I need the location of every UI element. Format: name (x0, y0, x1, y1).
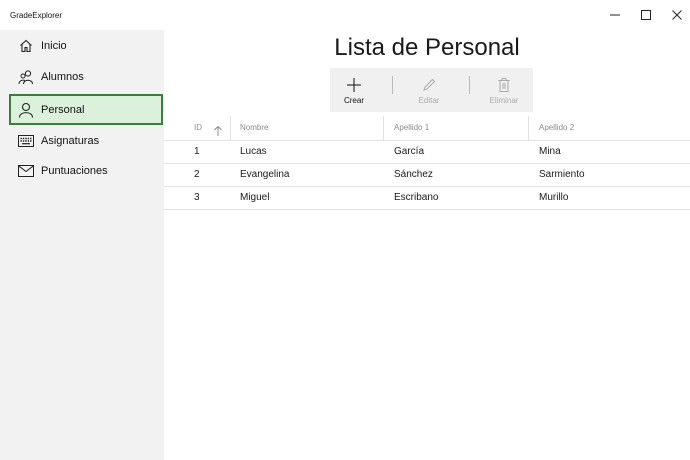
edit-label: Editar (418, 96, 440, 105)
command-bar: Crear Editar Eliminar (330, 68, 533, 112)
mail-icon (18, 163, 34, 179)
column-divider[interactable] (528, 116, 529, 140)
table-row[interactable]: 3 Miguel Escribano Murillo (164, 186, 690, 210)
trash-icon (498, 77, 510, 93)
person-icon (18, 102, 34, 118)
sort-ascending-icon (214, 123, 222, 141)
sidebar-item-label: Inicio (41, 40, 67, 52)
column-divider[interactable] (383, 116, 384, 140)
app-title: GradeExplorer (10, 11, 63, 20)
sidebar-item-asignaturas[interactable]: Asignaturas (9, 126, 163, 156)
column-divider[interactable] (230, 116, 231, 140)
page-title: Lista de Personal (334, 34, 520, 61)
staff-table: ID Nombre Apellido 1 Apellido 2 1 Lucas … (164, 116, 690, 210)
sidebar: Inicio Alumnos Personal Asignaturas Punt… (0, 30, 164, 460)
cell-apellido1: García (394, 146, 425, 157)
sidebar-item-label: Puntuaciones (41, 165, 108, 177)
cell-apellido2: Sarmiento (539, 169, 585, 180)
cell-apellido2: Murillo (539, 192, 569, 203)
column-header-apellido2[interactable]: Apellido 2 (539, 116, 574, 140)
people-icon (18, 69, 34, 85)
sidebar-item-puntuaciones[interactable]: Puntuaciones (9, 156, 163, 186)
minimize-button[interactable] (602, 4, 628, 26)
column-header-id[interactable]: ID (194, 116, 202, 140)
create-label: Crear (343, 96, 364, 105)
delete-label: Eliminar (489, 96, 519, 105)
minimize-icon (610, 14, 620, 16)
sidebar-item-label: Asignaturas (41, 135, 100, 147)
close-icon (672, 10, 682, 20)
create-button[interactable]: Crear (336, 68, 372, 112)
cell-apellido1: Sánchez (394, 169, 433, 180)
edit-button[interactable]: Editar (408, 68, 450, 112)
cell-nombre: Miguel (240, 192, 270, 203)
sidebar-item-inicio[interactable]: Inicio (9, 31, 163, 61)
cell-id: 1 (194, 146, 200, 157)
cell-apellido2: Mina (539, 146, 561, 157)
sidebar-item-label: Alumnos (41, 71, 84, 83)
delete-button[interactable]: Eliminar (482, 68, 526, 112)
cell-nombre: Lucas (240, 146, 267, 157)
cell-id: 2 (194, 169, 200, 180)
home-icon (18, 38, 34, 54)
add-icon (347, 77, 361, 93)
sidebar-item-label: Personal (41, 103, 85, 116)
maximize-icon (641, 10, 651, 20)
table-header: ID Nombre Apellido 1 Apellido 2 (164, 116, 690, 140)
sidebar-item-alumnos[interactable]: Alumnos (9, 62, 163, 92)
column-header-nombre[interactable]: Nombre (240, 116, 268, 140)
cell-apellido1: Escribano (394, 192, 439, 203)
toolbar-separator (469, 76, 470, 94)
column-header-apellido1[interactable]: Apellido 1 (394, 116, 429, 140)
table-row[interactable]: 1 Lucas García Mina (164, 140, 690, 163)
cell-id: 3 (194, 192, 200, 203)
sidebar-item-personal[interactable]: Personal (9, 94, 163, 125)
table-row[interactable]: 2 Evangelina Sánchez Sarmiento (164, 163, 690, 186)
toolbar-separator (392, 76, 393, 94)
maximize-button[interactable] (633, 4, 659, 26)
title-bar: GradeExplorer (0, 0, 690, 30)
keyboard-icon (18, 133, 34, 149)
cell-nombre: Evangelina (240, 169, 290, 180)
close-button[interactable] (664, 4, 690, 26)
pencil-icon (422, 77, 436, 93)
